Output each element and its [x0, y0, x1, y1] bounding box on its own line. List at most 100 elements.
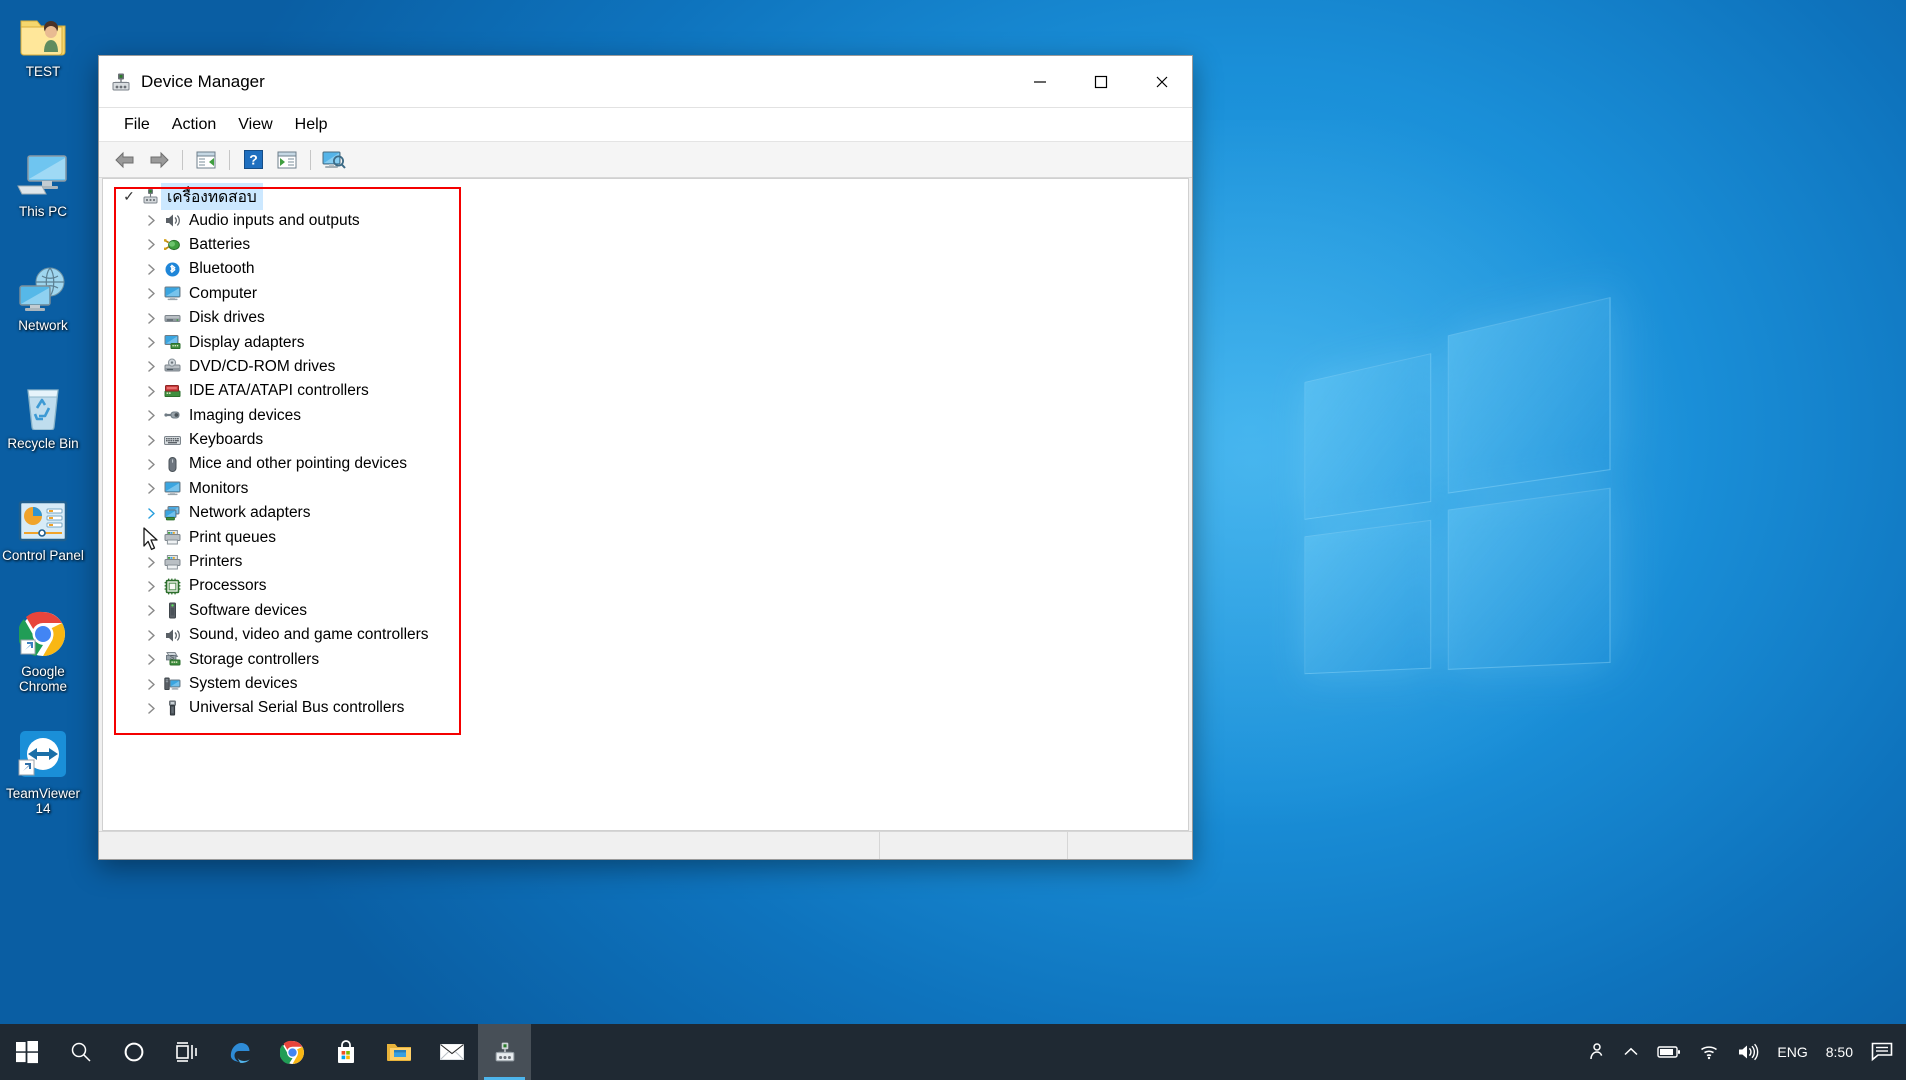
tree-item-label: Storage controllers	[189, 650, 320, 668]
chevron-right-icon[interactable]	[141, 556, 161, 568]
tree-item[interactable]: DVD/CD-ROM drives	[119, 355, 1188, 379]
device-manager-button[interactable]	[478, 1024, 531, 1080]
search-button[interactable]	[54, 1024, 107, 1080]
chevron-right-icon[interactable]	[141, 459, 161, 470]
search-icon	[71, 1042, 91, 1062]
tree-item[interactable]: Printers	[119, 550, 1188, 574]
software-device-icon	[161, 602, 183, 619]
menu-item-view[interactable]: View	[227, 112, 283, 138]
chevron-right-icon[interactable]	[141, 629, 161, 641]
mail-icon	[439, 1044, 464, 1060]
network-globe-icon	[0, 262, 86, 312]
status-bar	[99, 831, 1192, 859]
chevron-right-icon[interactable]	[141, 678, 161, 690]
show-hidden-icons-button[interactable]	[1614, 1024, 1648, 1080]
volume-button[interactable]	[1728, 1024, 1768, 1080]
chevron-right-icon[interactable]	[141, 239, 161, 251]
edge-button[interactable]	[213, 1024, 266, 1080]
tree-item-label: Bluetooth	[189, 260, 255, 278]
toolbar-separator	[182, 149, 183, 170]
chevron-right-icon[interactable]	[141, 654, 161, 665]
monitor-icon	[161, 285, 183, 302]
language-indicator[interactable]: ENG	[1768, 1024, 1816, 1080]
tree-item[interactable]: Sound, video and game controllers	[119, 623, 1188, 647]
chevron-right-icon[interactable]	[141, 483, 161, 495]
chevron-right-icon[interactable]	[141, 386, 161, 397]
tree-item[interactable]: Disk drives	[119, 306, 1188, 330]
chevron-right-icon[interactable]	[141, 581, 161, 592]
desktop-icon-control-panel[interactable]: Control Panel	[0, 492, 86, 563]
tree-item[interactable]: Network adapters	[119, 501, 1188, 525]
tree-item[interactable]: Display adapters	[119, 330, 1188, 354]
chevron-right-icon[interactable]	[141, 312, 161, 324]
action-center-button[interactable]	[1862, 1024, 1902, 1080]
device-tree-pane[interactable]: ✓ เครื่องทดสอบ Audio inputs and outputs Bat…	[102, 178, 1189, 831]
scan-hardware-button[interactable]	[318, 146, 350, 174]
chevron-right-icon[interactable]	[141, 532, 161, 543]
menu-item-help[interactable]: Help	[284, 112, 339, 138]
chevron-right-icon[interactable]	[141, 264, 161, 275]
window-title: Device Manager	[141, 71, 265, 91]
properties-button[interactable]	[190, 146, 222, 174]
edge-icon	[230, 1043, 250, 1063]
status-segment-main	[99, 832, 880, 859]
menu-item-action[interactable]: Action	[161, 112, 227, 138]
tree-item[interactable]: S Storage controllers	[119, 647, 1188, 671]
computer-icon	[0, 148, 86, 198]
tree-item[interactable]: Universal Serial Bus controllers	[119, 696, 1188, 720]
clock[interactable]: 8:50	[1817, 1024, 1862, 1080]
people-button[interactable]	[1576, 1024, 1614, 1080]
tree-item[interactable]: Keyboards	[119, 428, 1188, 452]
task-view-button[interactable]	[160, 1024, 213, 1080]
tree-root-label: เครื่องทดสอบ	[161, 182, 263, 210]
chevron-right-icon[interactable]	[141, 337, 161, 348]
desktop-icon-recycle-bin[interactable]: Recycle Bin	[0, 380, 86, 451]
tree-item[interactable]: Monitors	[119, 477, 1188, 501]
chevron-right-icon[interactable]	[141, 410, 161, 421]
wifi-icon	[1701, 1046, 1718, 1060]
back-button[interactable]	[109, 146, 141, 174]
teamviewer-icon	[0, 730, 86, 780]
cortana-button[interactable]	[107, 1024, 160, 1080]
tree-item[interactable]: Processors	[119, 574, 1188, 598]
tree-item[interactable]: IDE ATA/ATAPI controllers	[119, 379, 1188, 403]
tree-item[interactable]: Mice and other pointing devices	[119, 452, 1188, 476]
chevron-right-icon[interactable]	[141, 703, 161, 714]
help-button[interactable]: ?	[237, 146, 269, 174]
store-button[interactable]	[319, 1024, 372, 1080]
tree-item[interactable]: Audio inputs and outputs	[119, 208, 1188, 232]
file-explorer-button[interactable]	[372, 1024, 425, 1080]
tree-item-label: Network adapters	[189, 504, 311, 522]
tree-item[interactable]: Batteries	[119, 233, 1188, 257]
chevron-right-icon[interactable]	[141, 434, 161, 446]
forward-button[interactable]	[143, 146, 175, 174]
desktop-icon-teamviewer[interactable]: TeamViewer 14	[0, 730, 86, 816]
tree-item[interactable]: Print queues	[119, 525, 1188, 549]
battery-button[interactable]	[1648, 1024, 1690, 1080]
update-driver-button[interactable]	[271, 146, 303, 174]
mail-button[interactable]	[425, 1024, 478, 1080]
chevron-right-icon[interactable]	[141, 361, 161, 373]
tree-item[interactable]: System devices	[119, 672, 1188, 696]
tree-item[interactable]: Software devices	[119, 599, 1188, 623]
minimize-button[interactable]	[1009, 56, 1070, 107]
network-button[interactable]	[1690, 1024, 1728, 1080]
tree-item[interactable]: Imaging devices	[119, 404, 1188, 428]
chrome-button[interactable]	[266, 1024, 319, 1080]
tree-item[interactable]: Bluetooth	[119, 257, 1188, 281]
chevron-right-icon[interactable]	[141, 605, 161, 617]
tree-root-node[interactable]: ✓ เครื่องทดสอบ	[119, 182, 1188, 210]
maximize-button[interactable]	[1070, 56, 1131, 107]
menu-item-file[interactable]: File	[113, 112, 161, 138]
printer-icon	[161, 529, 183, 546]
desktop-icon-network[interactable]: Network	[0, 262, 86, 333]
start-button[interactable]	[0, 1024, 54, 1080]
desktop-icon-google-chrome[interactable]: Google Chrome	[0, 608, 86, 694]
chevron-right-icon[interactable]	[141, 215, 161, 226]
chevron-right-icon[interactable]	[141, 508, 161, 519]
chevron-right-icon[interactable]	[141, 288, 161, 299]
close-button[interactable]	[1131, 56, 1192, 107]
desktop-icon-test-folder[interactable]: TEST	[0, 8, 86, 79]
tree-item[interactable]: Computer	[119, 282, 1188, 306]
desktop-icon-this-pc[interactable]: This PC	[0, 148, 86, 219]
